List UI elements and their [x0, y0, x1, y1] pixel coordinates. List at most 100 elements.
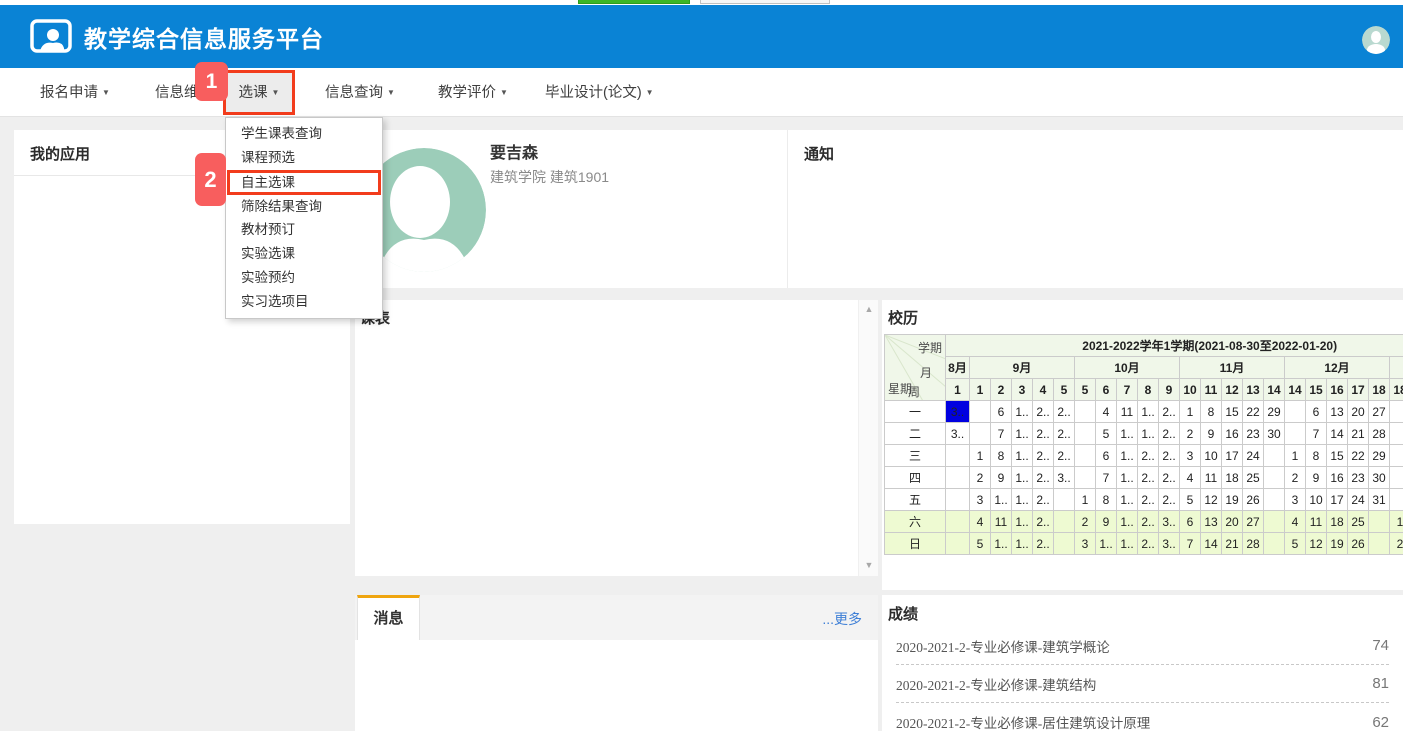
calendar-day-cell: 18: [1327, 511, 1348, 533]
calendar-day-cell: 11: [1117, 401, 1138, 423]
calendar-month-cell: 10月: [1075, 357, 1180, 379]
app-header: 教学综合信息服务平台: [0, 5, 1403, 68]
calendar-day-cell: 1..: [1138, 423, 1159, 445]
calendar-day-cell: 2..: [1138, 445, 1159, 467]
dropdown-item-1[interactable]: 学生课表查询: [226, 122, 382, 146]
calendar-day-cell: [1390, 423, 1403, 445]
calendar-week-number: 6: [1096, 379, 1117, 401]
calendar-day-cell: 3: [1075, 533, 1096, 555]
dropdown-item-5[interactable]: 教材预订: [226, 218, 382, 242]
calendar-day-cell: 6: [1180, 511, 1201, 533]
nav-item-3[interactable]: 选课▼: [223, 70, 295, 115]
calendar-day-cell: 5: [1180, 489, 1201, 511]
calendar-day-cell: 27: [1369, 401, 1390, 423]
calendar-day-cell: 14: [1201, 533, 1222, 555]
nav-item-1[interactable]: 报名申请▼: [40, 68, 110, 117]
calendar-day-cell: 29: [1264, 401, 1285, 423]
annotation-step-1-badge: 1: [195, 62, 228, 101]
calendar-week-number: 18: [1390, 379, 1403, 401]
tab-messages[interactable]: 消息: [357, 595, 420, 640]
calendar-day-cell: 16: [1327, 467, 1348, 489]
calendar-day-cell: [1264, 489, 1285, 511]
calendar-day-cell: 12: [1201, 489, 1222, 511]
grade-row: 2020-2021-2-专业必修课-居住建筑设计原理62: [896, 703, 1389, 731]
calendar-day-cell: 1: [1180, 401, 1201, 423]
calendar-week-number: 11: [1201, 379, 1222, 401]
calendar-week-number: 10: [1180, 379, 1201, 401]
calendar-month-cell: 9月: [970, 357, 1075, 379]
dropdown-item-7[interactable]: 实验预约: [226, 266, 382, 290]
calendar-day-cell: 10: [1201, 445, 1222, 467]
grade-course-name: 2020-2021-2-专业必修课-建筑结构: [896, 674, 1096, 694]
calendar-day-cell: 3..: [1054, 467, 1075, 489]
calendar-day-cell: 4: [1180, 467, 1201, 489]
calendar-day-cell: 1..: [1117, 489, 1138, 511]
calendar-week-number: 13: [1243, 379, 1264, 401]
calendar-day-cell: [946, 489, 970, 511]
dropdown-item-4[interactable]: 筛除结果查询: [226, 195, 382, 219]
calendar-day-cell: 13: [1327, 401, 1348, 423]
caret-down-icon: ▼: [272, 88, 280, 97]
corner-label: 星期: [888, 380, 912, 397]
scroll-down-icon[interactable]: ▼: [859, 560, 879, 570]
messages-more-link[interactable]: ...更多: [822, 609, 862, 629]
calendar-day-cell: 2..: [1159, 489, 1180, 511]
calendar-day-cell: 11: [1201, 467, 1222, 489]
dropdown-item-2[interactable]: 课程预选: [226, 146, 382, 170]
nav-item-5[interactable]: 教学评价▼: [438, 68, 508, 117]
calendar-day-cell: [946, 533, 970, 555]
dropdown-item-8[interactable]: 实习选项目: [226, 290, 382, 314]
calendar-day-label: 六: [885, 511, 946, 533]
calendar-day-cell: 6: [1306, 401, 1327, 423]
calendar-day-cell: 2..: [1054, 401, 1075, 423]
calendar-day-cell: 1..: [1012, 467, 1033, 489]
calendar-day-cell: 11: [991, 511, 1012, 533]
top-gray-button[interactable]: [700, 0, 830, 4]
calendar-day-cell: 1..: [1012, 533, 1033, 555]
calendar-week-number: 9: [1159, 379, 1180, 401]
calendar-row: 一3..61..2..2..4111..2..18152229613202731…: [885, 401, 1403, 423]
calendar-day-cell: [946, 445, 970, 467]
calendar-day-cell: 1..: [991, 533, 1012, 555]
dropdown-item-6[interactable]: 实验选课: [226, 242, 382, 266]
user-avatar-icon[interactable]: [1362, 26, 1390, 54]
scrollbar[interactable]: ▲ ▼: [858, 300, 878, 576]
calendar-week-number: 14: [1285, 379, 1306, 401]
scroll-up-icon[interactable]: ▲: [859, 304, 879, 314]
grade-course-name: 2020-2021-2-专业必修课-居住建筑设计原理: [896, 712, 1150, 731]
calendar-day-cell: [1369, 533, 1390, 555]
calendar-day-cell: 18: [1222, 467, 1243, 489]
calendar-day-cell: 2..: [1138, 511, 1159, 533]
calendar-day-cell: 1..: [1117, 445, 1138, 467]
profile-notice-card: 要吉森 建筑学院 建筑1901 通知: [355, 130, 1403, 288]
calendar-day-cell: 2..: [1159, 445, 1180, 467]
calendar-day-cell: 6: [1096, 445, 1117, 467]
grade-score: 81: [1372, 675, 1389, 692]
dropdown-item-3[interactable]: 自主选课: [227, 170, 381, 195]
messages-tabbar: 消息 ...更多: [355, 595, 878, 640]
student-name: 要吉森: [490, 139, 538, 163]
calendar-day-cell: 28: [1369, 423, 1390, 445]
calendar-day-cell: [1264, 533, 1285, 555]
calendar-table: 学期月周星期2021-2022学年1学期(2021-08-30至2022-01-…: [884, 334, 1403, 555]
calendar-day-cell: 14: [1327, 423, 1348, 445]
calendar-day-cell: 1..: [1096, 533, 1117, 555]
calendar-day-cell: 15: [1327, 445, 1348, 467]
calendar-day-cell: 3: [1285, 489, 1306, 511]
grade-row: 2020-2021-2-专业必修课-建筑学概论74: [896, 627, 1389, 665]
nav-item-6[interactable]: 毕业设计(论文)▼: [545, 68, 654, 117]
calendar-month-cell: 1月: [1390, 357, 1403, 379]
corner-label: 学期: [918, 339, 942, 356]
calendar-day-cell: [1390, 489, 1403, 511]
calendar-day-cell: 15: [1222, 401, 1243, 423]
grade-course-name: 2020-2021-2-专业必修课-建筑学概论: [896, 636, 1110, 656]
calendar-week-number: 3: [1012, 379, 1033, 401]
top-green-button[interactable]: [578, 0, 690, 4]
nav-item-4[interactable]: 信息查询▼: [325, 68, 395, 117]
calendar-day-cell: 20: [1348, 401, 1369, 423]
calendar-day-cell: 1..: [1117, 511, 1138, 533]
calendar-row: 五31..1..2..181..2..2..512192631017243171…: [885, 489, 1403, 511]
calendar-day-cell: 2..: [1159, 467, 1180, 489]
calendar-day-cell: 1..: [1012, 511, 1033, 533]
calendar-day-cell: [1264, 445, 1285, 467]
